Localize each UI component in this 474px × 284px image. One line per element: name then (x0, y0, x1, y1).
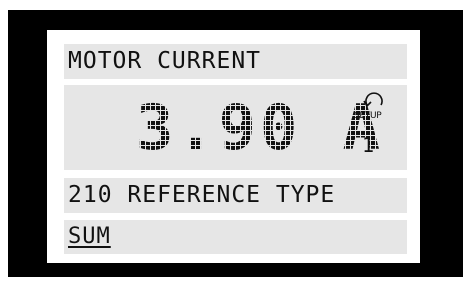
lcd-display: MOTOR CURRENT 3.90 A SETUP 1 210 REFEREN… (47, 30, 420, 263)
option-row[interactable]: SUM (64, 220, 407, 254)
value-row: 3.90 A SETUP 1 (64, 85, 407, 170)
undo-arrow-icon (363, 92, 383, 108)
display-title-row: MOTOR CURRENT (64, 44, 407, 79)
setup-label: SETUP (354, 111, 382, 121)
setup-indicator: SETUP 1 (354, 91, 398, 165)
motor-current-value: 3.90 A (136, 91, 384, 164)
parameter-row: 210 REFERENCE TYPE (64, 178, 407, 213)
display-title: MOTOR CURRENT (68, 48, 262, 74)
selected-option[interactable]: SUM (68, 224, 111, 249)
parameter-name: 210 REFERENCE TYPE (68, 182, 336, 208)
setup-number: 1 (362, 133, 375, 157)
